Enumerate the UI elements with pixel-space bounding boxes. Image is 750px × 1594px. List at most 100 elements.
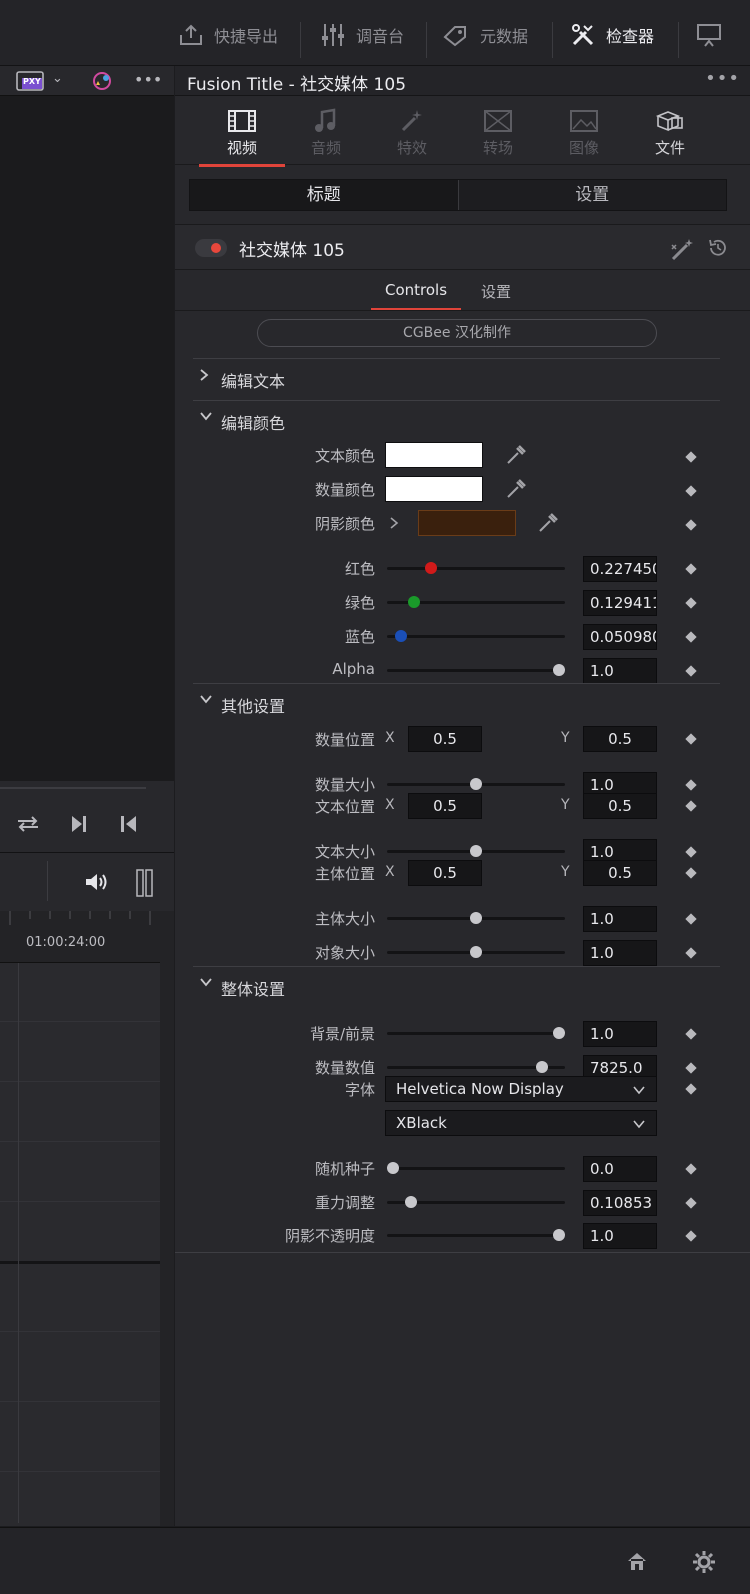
- text-size-slider-handle[interactable]: [470, 845, 482, 857]
- eyedropper-icon[interactable]: [505, 444, 527, 466]
- eyedropper-icon[interactable]: [505, 478, 527, 500]
- body-size-slider-handle[interactable]: [470, 912, 482, 924]
- volume-icon[interactable]: [84, 871, 110, 897]
- tab-audio[interactable]: 音频: [283, 105, 369, 165]
- shadow-opacity-slider[interactable]: [387, 1234, 565, 1237]
- mixer-button[interactable]: 调音台: [318, 20, 404, 50]
- tab-transition[interactable]: 转场: [455, 105, 541, 165]
- red-slider[interactable]: [387, 567, 565, 570]
- number-position-y-field[interactable]: 0.5: [583, 726, 657, 752]
- keyframe-icon[interactable]: [685, 1197, 697, 1209]
- scrub-bar[interactable]: [0, 787, 146, 789]
- text-color-swatch[interactable]: [385, 442, 483, 468]
- gravity-value-field[interactable]: 0.10853: [583, 1190, 657, 1216]
- timeline-ruler[interactable]: 01:00:24:00: [0, 911, 160, 963]
- shadow-color-swatch[interactable]: [418, 510, 516, 536]
- section-edit-text[interactable]: 编辑文本: [193, 358, 720, 396]
- section-other-settings[interactable]: 其他设置: [193, 683, 720, 721]
- next-frame-icon[interactable]: [68, 813, 90, 839]
- blue-value-field[interactable]: 0.050980: [583, 624, 657, 650]
- red-value-field[interactable]: 0.227450: [583, 556, 657, 582]
- chevron-down-icon[interactable]: ⌄: [52, 71, 63, 86]
- blue-slider-handle[interactable]: [395, 630, 408, 642]
- tab-video[interactable]: 视频: [199, 105, 285, 167]
- object-size-value-field[interactable]: 1.0: [583, 940, 657, 966]
- keyframe-icon[interactable]: [685, 563, 697, 575]
- blue-slider[interactable]: [387, 635, 565, 638]
- keyframe-icon[interactable]: [685, 800, 697, 812]
- metadata-button[interactable]: 元数据: [442, 20, 528, 50]
- body-position-y-field[interactable]: 0.5: [583, 860, 657, 886]
- tab-effects[interactable]: 特效: [369, 105, 455, 165]
- keyframe-icon[interactable]: [685, 867, 697, 879]
- keyframe-icon[interactable]: [685, 451, 697, 463]
- object-size-slider-handle[interactable]: [470, 946, 482, 958]
- more-options-icon[interactable]: •••: [134, 70, 162, 89]
- keyframe-icon[interactable]: [685, 1230, 697, 1242]
- fullscreen-button[interactable]: [694, 20, 732, 50]
- keyframe-icon[interactable]: [685, 597, 697, 609]
- chevron-right-icon[interactable]: [389, 516, 399, 534]
- keyframe-icon[interactable]: [685, 665, 697, 677]
- random-seed-slider[interactable]: [387, 1167, 565, 1170]
- segment-title[interactable]: 标题: [190, 180, 459, 210]
- number-color-swatch[interactable]: [385, 476, 483, 502]
- timeline-scrollbar[interactable]: [160, 911, 174, 1526]
- gear-icon[interactable]: [692, 1550, 716, 1578]
- bg-fg-slider[interactable]: [387, 1032, 565, 1035]
- keyframe-icon[interactable]: [685, 631, 697, 643]
- bg-fg-slider-handle[interactable]: [553, 1027, 565, 1039]
- loop-icon[interactable]: [14, 813, 42, 839]
- audio-meter-icon[interactable]: [136, 869, 154, 901]
- green-slider-handle[interactable]: [408, 596, 421, 608]
- bg-fg-value-field[interactable]: 1.0: [583, 1021, 657, 1047]
- effect-enable-toggle[interactable]: [195, 239, 227, 257]
- subtab-controls[interactable]: Controls: [370, 281, 462, 310]
- keyframe-icon[interactable]: [685, 947, 697, 959]
- red-slider-handle[interactable]: [424, 562, 437, 574]
- tab-file[interactable]: 文件: [627, 105, 713, 165]
- section-edit-color[interactable]: 编辑颜色: [193, 400, 720, 438]
- quick-export-button[interactable]: 快捷导出: [176, 20, 278, 50]
- eyedropper-icon[interactable]: [537, 512, 559, 534]
- alpha-slider[interactable]: [387, 669, 565, 672]
- keyframe-icon[interactable]: [685, 1163, 697, 1175]
- number-size-slider-handle[interactable]: [470, 778, 482, 790]
- random-seed-value-field[interactable]: 0.0: [583, 1156, 657, 1182]
- subtab-settings[interactable]: 设置: [481, 281, 511, 302]
- body-size-value-field[interactable]: 1.0: [583, 906, 657, 932]
- alpha-value-field[interactable]: 1.0: [583, 658, 657, 684]
- reset-icon[interactable]: [707, 237, 729, 264]
- keyframe-icon[interactable]: [685, 733, 697, 745]
- home-icon[interactable]: [626, 1550, 648, 1576]
- keyframe-icon[interactable]: [685, 519, 697, 531]
- color-effects-icon[interactable]: [90, 69, 114, 97]
- alpha-slider-handle[interactable]: [553, 664, 565, 676]
- tab-image[interactable]: 图像: [541, 105, 627, 165]
- video-viewer[interactable]: [0, 96, 174, 781]
- timeline[interactable]: 01:00:24:00: [0, 911, 174, 1526]
- font-style-select[interactable]: XBlack: [385, 1110, 657, 1136]
- inspector-button[interactable]: 检查器: [568, 20, 654, 50]
- text-position-x-field[interactable]: 0.5: [408, 793, 482, 819]
- prev-clip-icon[interactable]: [118, 813, 140, 839]
- section-overall-settings[interactable]: 整体设置: [193, 966, 720, 1004]
- keyframe-icon[interactable]: [685, 779, 697, 791]
- keyframe-icon[interactable]: [685, 485, 697, 497]
- number-value-slider-handle[interactable]: [536, 1061, 549, 1073]
- gravity-slider-handle[interactable]: [405, 1196, 418, 1208]
- body-position-x-field[interactable]: 0.5: [408, 860, 482, 886]
- text-position-y-field[interactable]: 0.5: [583, 793, 657, 819]
- keyframe-icon[interactable]: [685, 1028, 697, 1040]
- shadow-opacity-value-field[interactable]: 1.0: [583, 1223, 657, 1249]
- font-family-select[interactable]: Helvetica Now Display: [385, 1076, 657, 1102]
- keyframe-icon[interactable]: [685, 846, 697, 858]
- keyframe-icon[interactable]: [685, 1062, 697, 1074]
- proxy-button[interactable]: PXY: [16, 70, 44, 92]
- keyframe-icon[interactable]: [685, 913, 697, 925]
- magic-wand-icon[interactable]: [669, 237, 697, 266]
- segment-settings[interactable]: 设置: [459, 180, 727, 210]
- random-seed-slider-handle[interactable]: [387, 1162, 399, 1174]
- keyframe-icon[interactable]: [685, 1083, 697, 1095]
- more-options-icon[interactable]: •••: [705, 68, 740, 89]
